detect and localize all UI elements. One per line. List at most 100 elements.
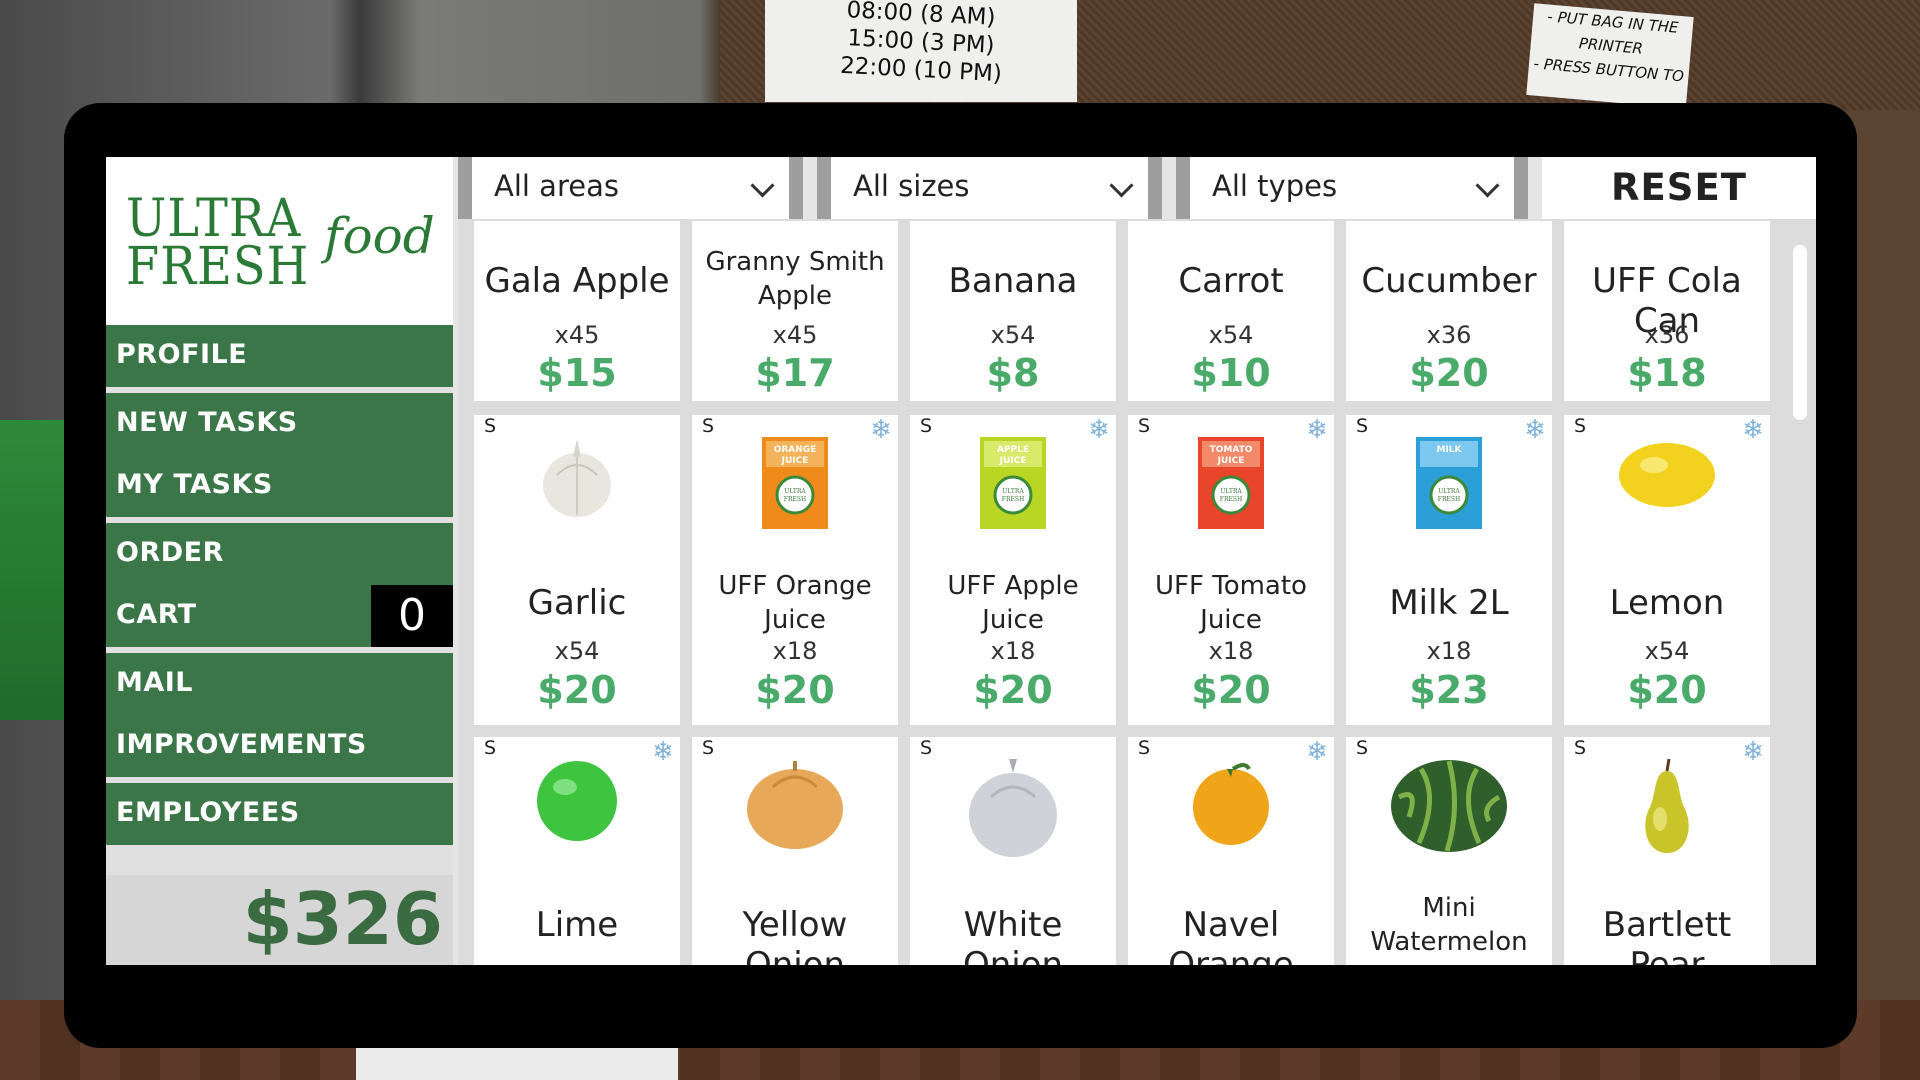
- size-tag: S: [1138, 415, 1151, 437]
- product-card[interactable]: Granny Smith Apple x45 $17: [692, 221, 898, 401]
- product-price: $17: [755, 351, 835, 395]
- size-tag: S: [702, 737, 715, 759]
- nav-mail[interactable]: MAIL: [116, 667, 193, 698]
- product-name: UFF Tomato Juice: [1155, 571, 1307, 635]
- product-name: Banana: [948, 261, 1078, 301]
- product-price: $23: [1409, 668, 1489, 712]
- snowflake-icon: ❄: [870, 415, 892, 445]
- product-card[interactable]: S ❄ APPLE JUICE ULTRA FRESH UFF Apple Jui…: [910, 415, 1116, 725]
- nav-cart[interactable]: CART: [116, 599, 197, 630]
- product-price: $20: [973, 668, 1053, 712]
- watermelon-icon: [1389, 757, 1509, 859]
- product-card[interactable]: S ❄ Navel Orange: [1128, 737, 1334, 965]
- filter-areas-dropdown[interactable]: All areas: [458, 157, 803, 219]
- svg-text:APPLE: APPLE: [997, 445, 1029, 455]
- product-card[interactable]: S ❄ MILK ULTRA FRESH Milk 2L x18 $23: [1346, 415, 1552, 725]
- nav-group-employees: EMPLOYEES: [106, 783, 453, 845]
- tomato-juice-carton-icon: TOMATO JUICE ULTRA FRESH: [1196, 435, 1266, 535]
- product-card[interactable]: S White Onion: [910, 737, 1116, 965]
- orange-icon: [1189, 757, 1273, 851]
- product-card[interactable]: S Garlic x54 $20: [474, 415, 680, 725]
- svg-text:FRESH: FRESH: [1438, 496, 1460, 503]
- product-price: $8: [986, 351, 1040, 395]
- product-name: Mini Watermelon: [1370, 893, 1528, 957]
- yellow-onion-icon: [743, 757, 847, 857]
- filter-sizes-label: All sizes: [853, 169, 970, 203]
- product-card[interactable]: S ❄ Lemon x54 $20: [1564, 415, 1770, 725]
- chevron-down-icon: [1475, 173, 1500, 198]
- product-quantity: x18: [1426, 637, 1472, 665]
- nav-profile[interactable]: PROFILE: [116, 339, 247, 370]
- grid-scrollbar[interactable]: [1793, 245, 1807, 420]
- filter-areas-label: All areas: [494, 169, 619, 203]
- nav-order[interactable]: ORDER: [116, 537, 224, 568]
- nav-group-mail: MAIL IMPROVEMENTS: [106, 653, 453, 777]
- svg-text:ULTRA: ULTRA: [784, 488, 806, 495]
- svg-text:TOMATO: TOMATO: [1210, 445, 1253, 455]
- size-tag: S: [1138, 737, 1151, 759]
- svg-text:JUICE: JUICE: [781, 456, 809, 466]
- size-tag: S: [920, 415, 933, 437]
- logo-line-1: ULTRA: [126, 189, 302, 249]
- white-onion-icon: [965, 757, 1061, 865]
- product-price: $15: [537, 351, 617, 395]
- logo-line-2: FRESH: [126, 237, 310, 297]
- nav-employees[interactable]: EMPLOYEES: [116, 797, 300, 828]
- balance-panel: $326: [106, 875, 453, 965]
- snowflake-icon: ❄: [1306, 737, 1328, 767]
- product-card[interactable]: S ❄ TOMATO JUICE ULTRA FRESH UFF Tomato J…: [1128, 415, 1334, 725]
- filter-types-label: All types: [1212, 169, 1338, 203]
- nav-group-profile: PROFILE: [106, 325, 453, 387]
- nav-new-tasks[interactable]: NEW TASKS: [116, 407, 298, 438]
- product-name: Gala Apple: [484, 261, 670, 301]
- product-card[interactable]: Banana x54 $8: [910, 221, 1116, 401]
- pear-icon: [1632, 757, 1702, 861]
- product-name: Bartlett Pear: [1602, 905, 1732, 965]
- product-name: Garlic: [527, 583, 627, 623]
- product-card[interactable]: Carrot x54 $10: [1128, 221, 1334, 401]
- svg-text:JUICE: JUICE: [999, 456, 1027, 466]
- orange-juice-carton-icon: ORANGE JUICE ULTRA FRESH: [760, 435, 830, 535]
- svg-text:ORANGE: ORANGE: [774, 445, 817, 455]
- product-name: Lemon: [1609, 583, 1725, 623]
- svg-text:ULTRA: ULTRA: [1438, 488, 1460, 495]
- product-card[interactable]: S ❄ Bartlett Pear: [1564, 737, 1770, 965]
- nav-my-tasks[interactable]: MY TASKS: [116, 469, 273, 500]
- product-quantity: x45: [554, 321, 600, 349]
- product-card[interactable]: S ❄ Lime: [474, 737, 680, 965]
- product-price: $20: [1409, 351, 1489, 395]
- garlic-icon: [537, 435, 617, 525]
- product-card[interactable]: UFF Cola Can x36 $18: [1564, 221, 1770, 401]
- product-price: $18: [1627, 351, 1707, 395]
- reset-button[interactable]: RESET: [1542, 157, 1816, 219]
- nav-group-tasks: NEW TASKS MY TASKS: [106, 393, 453, 517]
- product-name: UFF Orange Juice: [718, 571, 872, 635]
- chevron-down-icon: [1109, 173, 1134, 198]
- size-tag: S: [1574, 737, 1587, 759]
- apple-juice-carton-icon: APPLE JUICE ULTRA FRESH: [978, 435, 1048, 535]
- svg-text:FRESH: FRESH: [784, 496, 806, 503]
- filter-types-dropdown[interactable]: All types: [1176, 157, 1528, 219]
- product-quantity: x45: [772, 321, 818, 349]
- product-quantity: x18: [990, 637, 1036, 665]
- product-card[interactable]: S ❄ ORANGE JUICE ULTRA FRESH UFF Orange J…: [692, 415, 898, 725]
- product-name: Navel Orange: [1168, 905, 1294, 965]
- svg-text:ULTRA: ULTRA: [1002, 488, 1024, 495]
- logo: ULTRA FRESH food: [106, 157, 453, 325]
- svg-text:FRESH: FRESH: [1002, 496, 1024, 503]
- product-card[interactable]: S Mini Watermelon: [1346, 737, 1552, 965]
- filter-sizes-dropdown[interactable]: All sizes: [817, 157, 1162, 219]
- product-card[interactable]: Gala Apple x45 $15: [474, 221, 680, 401]
- svg-text:MILK: MILK: [1436, 445, 1462, 455]
- product-card[interactable]: S Yellow Onion: [692, 737, 898, 965]
- product-quantity: x36: [1426, 321, 1472, 349]
- product-card[interactable]: Cucumber x36 $20: [1346, 221, 1552, 401]
- product-quantity: x54: [1208, 321, 1254, 349]
- nav-improvements[interactable]: IMPROVEMENTS: [116, 729, 367, 760]
- snowflake-icon: ❄: [1742, 415, 1764, 445]
- sidebar: ULTRA FRESH food PROFILE NEW TASKS MY TA…: [106, 157, 453, 965]
- product-name: Yellow Onion: [742, 905, 848, 965]
- product-price: $20: [1191, 668, 1271, 712]
- product-name: Cucumber: [1361, 261, 1537, 301]
- snowflake-icon: ❄: [1088, 415, 1110, 445]
